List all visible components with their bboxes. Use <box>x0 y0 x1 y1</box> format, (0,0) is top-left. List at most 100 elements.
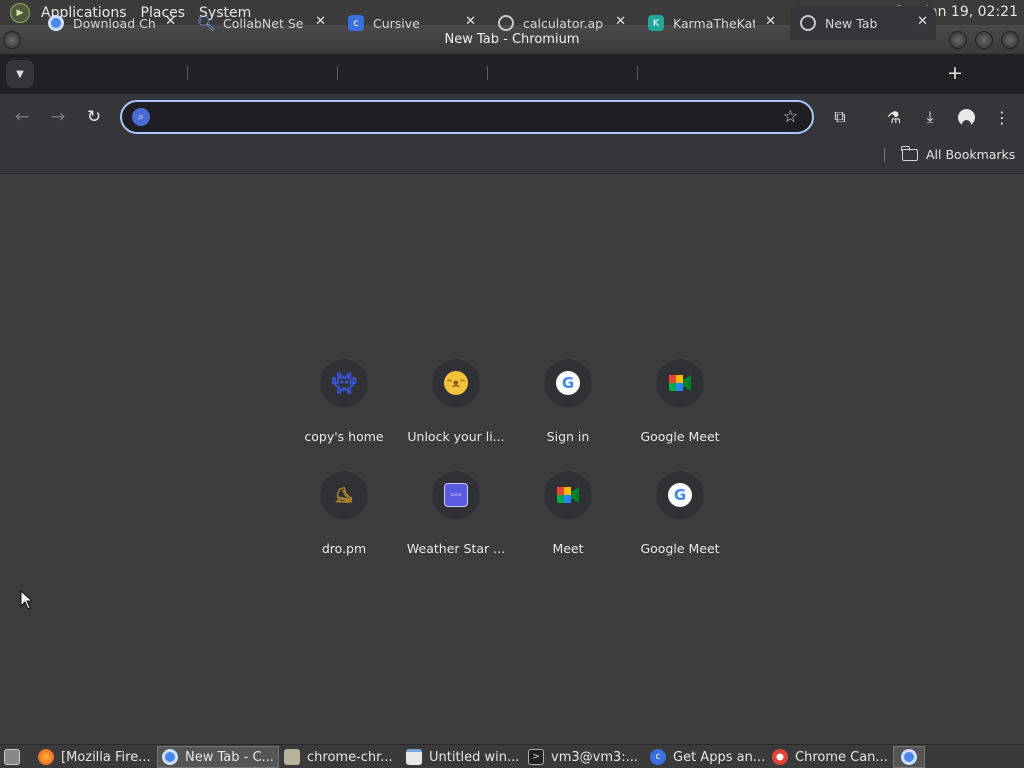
google-g-icon: G <box>668 483 692 507</box>
folder-icon <box>284 749 300 765</box>
taskbar-item-terminal[interactable]: > vm3@vm3:... <box>524 746 644 768</box>
tab-divider <box>337 66 338 80</box>
screen: ▶ Applications Places System Sun Jan 19,… <box>0 0 1024 768</box>
reload-icon: ↻ <box>86 107 102 127</box>
shortcut-tile[interactable]: 👾︎ copy's home <box>288 359 400 459</box>
minimize-button[interactable] <box>949 31 967 49</box>
shortcut-icon-circle <box>656 359 704 407</box>
google-meet-icon <box>668 371 692 395</box>
taskbar-item-label: vm3@vm3:... <box>551 749 639 765</box>
maximize-button[interactable] <box>975 31 993 49</box>
flask-icon: ⚗ <box>886 107 902 127</box>
shortcut-tile[interactable]: G Google Meet <box>624 471 736 571</box>
taskbar-item-label: Get Apps an... <box>673 749 766 765</box>
puzzle-icon: ⧉ <box>834 107 846 126</box>
tab-collabnet[interactable]: 🔍︎ CollabNet Se ✕ <box>188 6 334 40</box>
profile-button[interactable] <box>955 106 977 128</box>
search-icon: ⌕ <box>132 108 150 126</box>
cursive-icon: c <box>348 15 364 31</box>
shortcut-label: Sign in <box>546 429 590 444</box>
taskbar: [Mozilla Fire... New Tab - C... chrome-c… <box>0 744 1024 768</box>
close-tab-icon[interactable]: ✕ <box>165 14 176 29</box>
google-meet-icon <box>556 483 580 507</box>
globe-icon <box>498 15 514 31</box>
tab-download-chromium[interactable]: Download Chr ✕ <box>38 6 184 40</box>
shortcut-icon-circle: ᵔᴥᵔ <box>432 359 480 407</box>
taskbar-item-label: Untitled win... <box>429 749 520 765</box>
firefox-icon <box>38 749 54 765</box>
extensions-button[interactable]: ⧉ <box>829 106 851 128</box>
labs-button[interactable]: ⚗ <box>883 106 905 128</box>
taskbar-item-new-tab[interactable]: New Tab - C... <box>157 746 279 768</box>
shortcut-tile[interactable]: ᵔᴥᵔ Unlock your li... <box>400 359 512 459</box>
taskbar-item-label: [Mozilla Fire... <box>61 749 151 765</box>
pixel-invader-icon: 👾︎ <box>331 371 357 395</box>
bookmarks-bar: All Bookmarks <box>0 139 1024 174</box>
taskbar-item-firefox[interactable]: [Mozilla Fire... <box>34 746 154 768</box>
chromium-icon <box>901 749 917 765</box>
shortcut-icon-circle: G <box>656 471 704 519</box>
close-window-button[interactable] <box>1001 31 1019 49</box>
bookmark-star-icon[interactable]: ☆ <box>783 107 798 127</box>
forward-button[interactable]: → <box>47 106 69 128</box>
tab-karmathekat[interactable]: K KarmaTheKat ✕ <box>638 6 784 40</box>
profile-avatar-icon <box>957 108 975 126</box>
shortcut-tile[interactable]: G Sign in <box>512 359 624 459</box>
close-tab-icon[interactable]: ✕ <box>765 14 776 29</box>
shortcut-tile[interactable]: ⛸︎ dro.pm <box>288 471 400 571</box>
tab-title: Download Chr <box>73 15 155 31</box>
globe-icon <box>800 15 816 31</box>
shortcut-tile[interactable]: ▭▭ Weather Star ... <box>400 471 512 571</box>
tab-divider <box>637 66 638 80</box>
folder-icon <box>901 145 918 161</box>
dro-pm-icon: ⛸︎ <box>334 486 354 504</box>
distro-logo-icon[interactable]: ▶ <box>10 2 30 23</box>
tab-search-button[interactable]: ▼ <box>6 60 34 88</box>
shortcut-label: dro.pm <box>321 541 367 556</box>
shortcut-label: copy's home <box>304 429 384 444</box>
shortcut-label: Meet <box>552 541 584 556</box>
close-tab-icon[interactable]: ✕ <box>315 14 326 29</box>
taskbar-item-chrome-canary[interactable]: Chrome Can... <box>768 746 890 768</box>
chevron-down-icon: ▼ <box>16 68 24 80</box>
window-menu-button[interactable] <box>3 31 21 49</box>
tab-cursive[interactable]: c Cursive ✕ <box>338 6 484 40</box>
taskbar-item-label: chrome-chr... <box>307 749 393 765</box>
desktop-icon <box>4 749 20 765</box>
reload-button[interactable]: ↻ <box>83 106 105 128</box>
show-desktop-button[interactable] <box>0 746 28 768</box>
karma-icon: K <box>648 15 664 31</box>
close-tab-icon[interactable]: ✕ <box>465 14 476 29</box>
new-tab-button[interactable]: + <box>944 62 966 84</box>
new-tab-page: 👾︎ copy's home ᵔᴥᵔ Unlock your li... G S… <box>0 175 1024 745</box>
close-tab-icon[interactable]: ✕ <box>917 14 928 29</box>
chromium-icon <box>162 749 178 765</box>
cursive-icon: c <box>650 749 666 765</box>
plus-icon: + <box>947 62 963 84</box>
emoji-face-icon: ᵔᴥᵔ <box>444 371 468 395</box>
shortcut-tile[interactable]: Meet <box>512 471 624 571</box>
shortcut-icon-circle: 👾︎ <box>320 359 368 407</box>
taskbar-item-untitled-window[interactable]: Untitled win... <box>402 746 522 768</box>
back-button[interactable]: ← <box>11 106 33 128</box>
tab-calculator[interactable]: calculator.ap ✕ <box>488 6 634 40</box>
taskbar-item-chrome-chr[interactable]: chrome-chr... <box>280 746 400 768</box>
tab-new-tab[interactable]: New Tab ✕ <box>790 6 936 40</box>
taskbar-item-get-apps[interactable]: c Get Apps an... <box>646 746 766 768</box>
window-icon <box>406 749 422 765</box>
tab-title: calculator.ap <box>523 15 604 31</box>
shortcut-tile[interactable]: Google Meet <box>624 359 736 459</box>
downloads-button[interactable]: ⤓ <box>919 106 941 128</box>
address-input[interactable] <box>158 107 778 127</box>
close-tab-icon[interactable]: ✕ <box>615 14 626 29</box>
menu-button[interactable]: ⋮ <box>991 106 1013 128</box>
tab-divider <box>187 66 188 80</box>
tab-title: Cursive <box>373 15 420 31</box>
tab-strip: ▼ <box>0 54 1024 94</box>
taskbar-item-label: New Tab - C... <box>185 749 274 765</box>
taskbar-chromium-launcher[interactable] <box>893 746 925 768</box>
omnibox[interactable]: ⌕ ☆ <box>120 100 814 134</box>
all-bookmarks-button[interactable]: All Bookmarks <box>901 145 1015 162</box>
shortcut-icon-circle <box>544 471 592 519</box>
tab-title: CollabNet Se <box>223 15 304 31</box>
